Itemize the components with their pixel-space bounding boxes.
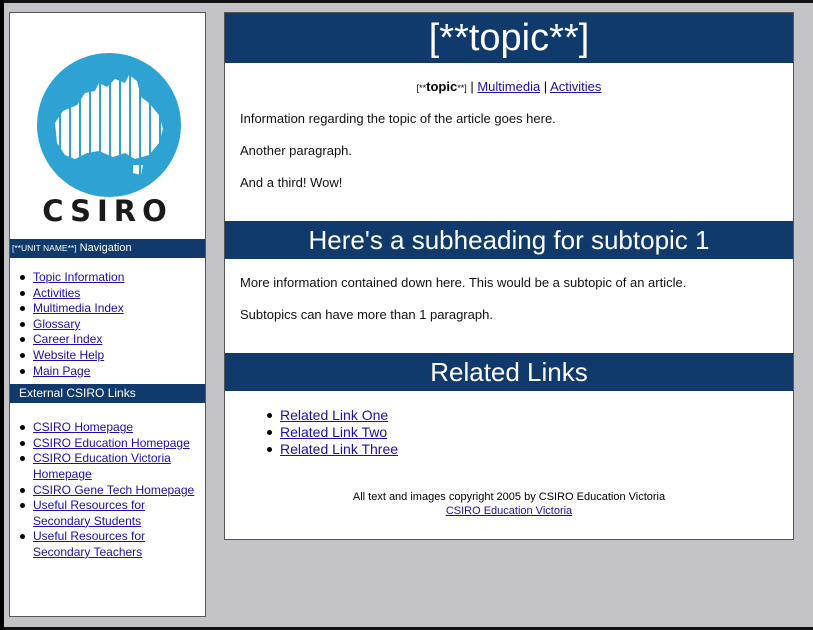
breadcrumb-current: [**topic**] (417, 79, 467, 94)
list-item: Useful Resources for Secondary Students (20, 498, 205, 529)
csiro-logo-icon (37, 53, 181, 197)
breadcrumb-prefix: [** (416, 83, 427, 93)
related-links-heading: Related Links (225, 353, 793, 391)
ext-link-csiro-education-victoria[interactable]: CSIRO Education Victoria Homepage (33, 451, 171, 481)
nav-link-topic-information[interactable]: Topic Information (33, 270, 124, 284)
csiro-logo[interactable]: CSIRO (10, 13, 205, 239)
related-link-two[interactable]: Related Link Two (280, 424, 387, 440)
copyright-text: All text and images copyright 2005 by CS… (352, 491, 666, 503)
nav-link-career-index[interactable]: Career Index (33, 332, 102, 346)
paragraph: Subtopics can have more than 1 paragraph… (240, 307, 493, 322)
breadcrumb-link-activities[interactable]: Activities (550, 79, 601, 94)
window-frame-top (0, 0, 813, 3)
related-link-one[interactable]: Related Link One (280, 407, 388, 423)
page-title: [**topic**] (225, 13, 793, 63)
ext-link-csiro-education[interactable]: CSIRO Education Homepage (33, 436, 190, 450)
list-item: CSIRO Homepage (20, 420, 205, 436)
list-item: Main Page (20, 364, 205, 380)
breadcrumb-link-multimedia[interactable]: Multimedia (477, 79, 540, 94)
list-item: CSIRO Education Victoria Homepage (20, 451, 205, 482)
footer: All text and images copyright 2005 by CS… (225, 490, 793, 518)
list-item: Multimedia Index (20, 301, 205, 317)
related-link-three[interactable]: Related Link Three (280, 441, 398, 457)
subheading: Here's a subheading for subtopic 1 (225, 221, 793, 259)
list-item: CSIRO Gene Tech Homepage (20, 483, 205, 499)
list-item: Topic Information (20, 270, 205, 286)
list-item: Useful Resources for Secondary Teachers (20, 529, 205, 560)
paragraph: Information regarding the topic of the a… (240, 111, 556, 126)
list-item: Glossary (20, 317, 205, 333)
navigation-header: [**UNIT NAME**] Navigation (10, 239, 205, 258)
breadcrumb-current-label: topic (426, 79, 458, 94)
logo-text: CSIRO (42, 194, 173, 228)
ext-link-csiro-homepage[interactable]: CSIRO Homepage (33, 420, 133, 434)
breadcrumb-separator: | (466, 79, 478, 94)
nav-link-website-help[interactable]: Website Help (33, 348, 104, 362)
footer-link[interactable]: CSIRO Education Victoria (446, 505, 572, 517)
external-links-header: External CSIRO Links (10, 384, 205, 404)
paragraph: Another paragraph. (240, 143, 353, 158)
list-item: Activities (20, 286, 205, 302)
sidebar: CSIRO [**UNIT NAME**] Navigation Topic I… (9, 12, 206, 617)
list-item: CSIRO Education Homepage (20, 436, 205, 452)
ext-link-resources-teachers[interactable]: Useful Resources for Secondary Teachers (33, 529, 145, 559)
list-item: Related Link Three (267, 441, 793, 458)
list-item: Related Link Two (267, 424, 793, 441)
main-content: [**topic**] [**topic**] | Multimedia | A… (224, 12, 794, 540)
paragraph: More information contained down here. Th… (240, 275, 687, 290)
paragraph: And a third! Wow! (240, 175, 343, 190)
navigation-label: Navigation (79, 242, 132, 254)
nav-link-glossary[interactable]: Glossary (33, 317, 80, 331)
nav-link-main-page[interactable]: Main Page (33, 364, 90, 378)
list-item: Related Link One (267, 407, 793, 424)
breadcrumb: [**topic**] | Multimedia | Activities (225, 79, 793, 94)
ext-link-csiro-gene-tech[interactable]: CSIRO Gene Tech Homepage (33, 483, 194, 497)
list-item: Career Index (20, 332, 205, 348)
window-frame-left (0, 0, 4, 630)
external-links-list: CSIRO Homepage CSIRO Education Homepage … (10, 420, 205, 560)
nav-link-activities[interactable]: Activities (33, 286, 80, 300)
navigation-list: Topic Information Activities Multimedia … (10, 270, 205, 379)
related-links-list: Related Link One Related Link Two Relate… (225, 407, 793, 458)
ext-link-resources-students[interactable]: Useful Resources for Secondary Students (33, 498, 145, 528)
breadcrumb-suffix: **] (457, 83, 467, 93)
nav-link-multimedia-index[interactable]: Multimedia Index (33, 301, 124, 315)
breadcrumb-separator: | (540, 79, 551, 94)
unit-name-label: [**UNIT NAME**] (12, 243, 77, 253)
list-item: Website Help (20, 348, 205, 364)
